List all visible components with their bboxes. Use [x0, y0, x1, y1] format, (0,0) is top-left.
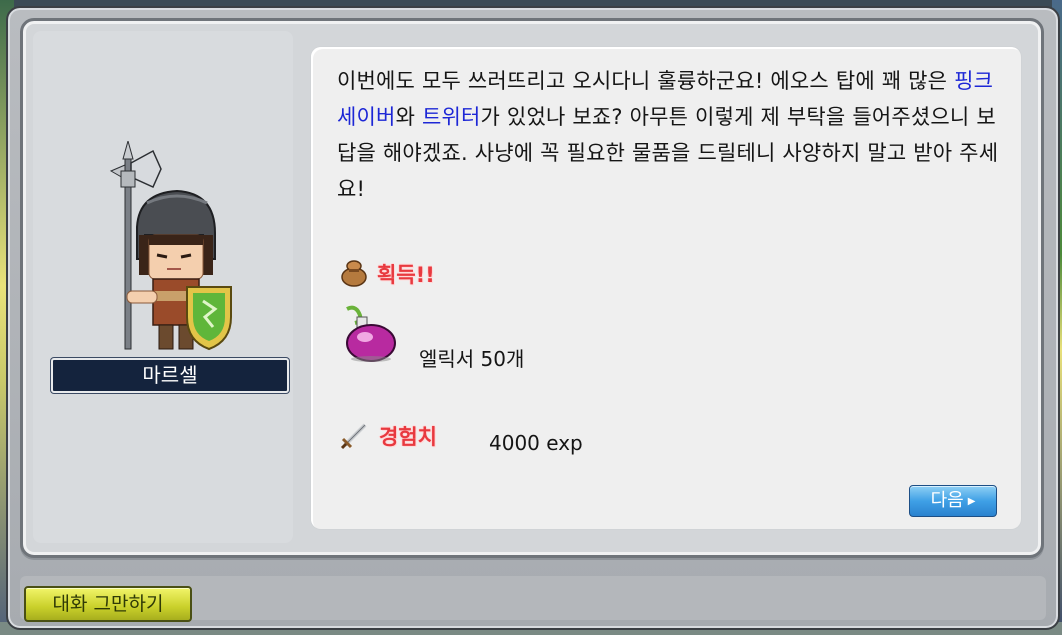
- dialog-frame: 마르셀 이번에도 모두 쓰러뜨리고 오시다니 훌륭하군요! 에오스 탑에 꽤 많…: [20, 18, 1044, 558]
- npc-panel: 마르셀: [33, 31, 293, 543]
- npc-portrait: [109, 141, 232, 351]
- dialog-message: 이번에도 모두 쓰러뜨리고 오시다니 훌륭하군요! 에오스 탑에 꽤 많은 핑크…: [337, 63, 1001, 207]
- acquire-label: 획득!!: [377, 263, 435, 287]
- bag-icon: [341, 260, 367, 287]
- npc-name-label: 마르셀: [51, 358, 289, 393]
- next-button[interactable]: 다음 ▶: [909, 485, 997, 517]
- elixir-potion-icon[interactable]: [337, 303, 399, 365]
- npc-dialog-window: 마르셀 이번에도 모두 쓰러뜨리고 오시다니 훌륭하군요! 에오스 탑에 꽤 많…: [6, 6, 1060, 630]
- dialog-text-part2: 와: [395, 105, 422, 129]
- next-button-label: 다음: [930, 490, 964, 511]
- end-chat-button[interactable]: 대화 그만하기: [24, 586, 192, 622]
- sword-icon: [340, 423, 367, 450]
- monster-name-twitter: 트위터: [421, 105, 481, 129]
- reward-exp-text: 4000 exp: [489, 431, 583, 455]
- exp-label: 경험치: [379, 425, 437, 449]
- dialog-text-part1: 이번에도 모두 쓰러뜨리고 오시다니 훌륭하군요! 에오스 탑에 꽤 많은: [337, 69, 955, 93]
- triangle-right-icon: ▶: [967, 496, 976, 507]
- dialog-text-panel: 이번에도 모두 쓰러뜨리고 오시다니 훌륭하군요! 에오스 탑에 꽤 많은 핑크…: [311, 47, 1021, 529]
- reward-item-text: 엘릭서 50개: [419, 347, 525, 371]
